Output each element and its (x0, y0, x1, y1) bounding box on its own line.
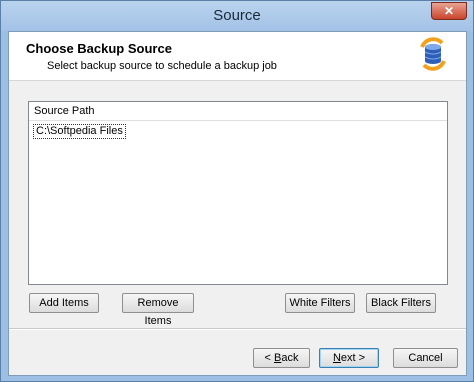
close-button[interactable]: ✕ (431, 2, 467, 20)
source-dialog: Source ✕ Choose Backup Source Select bac… (0, 0, 474, 382)
add-items-button[interactable]: Add Items (29, 293, 99, 313)
white-filters-button[interactable]: White Filters (285, 293, 355, 313)
back-label-rest: ack (281, 352, 299, 364)
back-button[interactable]: < Back (253, 348, 310, 368)
cancel-button[interactable]: Cancel (393, 348, 458, 368)
page-title: Choose Backup Source (26, 41, 172, 56)
next-button[interactable]: Next > (319, 348, 379, 368)
next-label-rest: ext > (340, 352, 366, 364)
back-prefix: < (264, 352, 274, 364)
title-bar[interactable]: Source ✕ (1, 1, 473, 31)
backup-database-icon (420, 37, 446, 71)
next-mnemonic: N (332, 352, 341, 364)
window-title: Source (213, 7, 261, 24)
source-path-list[interactable]: Source Path C:\Softpedia Files (28, 101, 448, 285)
dialog-client-area: Choose Backup Source Select backup sourc… (8, 31, 467, 376)
column-header-source-path[interactable]: Source Path (29, 102, 447, 121)
black-filters-button[interactable]: Black Filters (366, 293, 436, 313)
remove-items-button[interactable]: Remove Items (122, 293, 194, 327)
list-item[interactable]: C:\Softpedia Files (33, 124, 126, 139)
footer-divider (9, 328, 466, 330)
wizard-header: Choose Backup Source Select backup sourc… (9, 32, 466, 81)
page-subtitle: Select backup source to schedule a backu… (47, 60, 277, 72)
